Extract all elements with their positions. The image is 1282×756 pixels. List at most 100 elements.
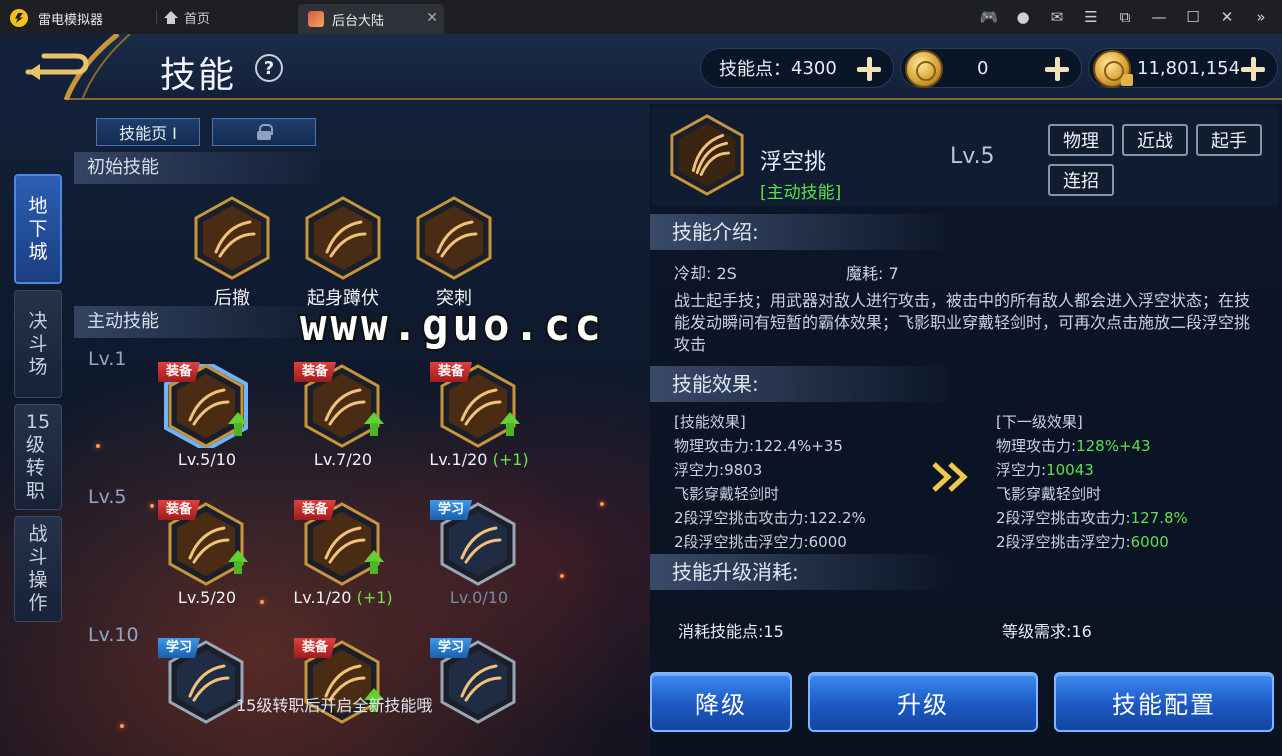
home-icon [164,11,178,24]
bonus-level: (+1) [356,588,393,607]
back-arrow-icon [0,34,131,100]
skill-points-value: 4300 [791,57,837,79]
equip-tag: 装备 [294,500,337,520]
user-icon[interactable]: ● [1012,6,1034,28]
popout-icon[interactable]: ⧉ [1114,6,1136,28]
skill-page-locked-button[interactable] [212,118,316,146]
maximize-icon[interactable]: ☐ [1182,6,1204,28]
bound-gold-coin-icon [1093,50,1133,88]
initial-skills-heading: 初始技能 [74,152,320,184]
skill-level: Lv.5/10 [177,450,237,469]
mail-icon[interactable]: ✉ [1046,6,1068,28]
tag-physical: 物理 [1048,124,1114,156]
emulator-app-name: 雷电模拟器 [38,13,104,28]
home-tab-label: 首页 [184,12,211,27]
home-tab[interactable]: 首页 [164,8,210,27]
game-screen: 技能 ? 技能点： 4300 0 11,801,154 地下城 决斗场 15 级转… [0,34,1282,756]
equip-tag: 装备 [430,362,473,382]
ember-decoration [150,504,154,508]
bound-coin-display: 11,801,154 [1088,48,1278,88]
menu-icon[interactable]: ☰ [1080,6,1102,28]
level-requirement: 等级需求:16 [1002,622,1092,641]
tab-arena[interactable]: 决斗场 [14,290,62,398]
skill-level: Lv.5/20 [177,588,237,607]
active-skill[interactable]: 装备 Lv.1/20 (+1) [429,362,529,469]
equip-tag: 装备 [294,362,337,382]
skill-frame [194,196,270,280]
close-icon[interactable]: ✕ [1216,6,1238,28]
ember-decoration [120,724,124,728]
upgrade-button[interactable]: 升级 [808,672,1038,732]
active-skills-heading: 主动技能 [74,306,320,338]
collapse-icon[interactable]: » [1250,6,1272,28]
tab-combat-controls[interactable]: 战斗操作 [14,516,62,622]
active-skill[interactable]: 装备 Lv.1/20 (+1) [293,500,393,607]
add-skill-points-button[interactable] [857,57,881,81]
skill-frame [416,196,492,280]
downgrade-button[interactable]: 降级 [650,672,792,732]
equip-tag: 装备 [158,362,201,382]
effect-row: 2段浮空挑击攻击力:127.8% [996,509,1188,527]
skill-frame [305,196,381,280]
skill-level: Lv.1/20 (+1) [429,450,529,469]
active-skill[interactable]: 学习 [158,638,250,736]
skill-name: 后撤 [214,288,250,309]
tab-job-change[interactable]: 15 级转职 [14,404,62,510]
tab-dungeon[interactable]: 地下城 [14,174,62,284]
game-app-icon [308,11,324,27]
skill-level: Lv.0/10 [449,588,509,607]
level-label: Lv.5 [88,486,127,508]
watermark: www.guo.cc [298,298,605,353]
effect-row: 2段浮空挑击攻击力:122.2% [674,509,866,527]
add-coin-button[interactable] [1045,57,1069,81]
level-label: Lv.1 [88,348,127,370]
next-level-effects: [下一级效果] 物理攻击力:128%+43 浮空力:10043 飞影穿戴轻剑时 2段浮空… [996,410,1188,554]
active-skill[interactable]: 学习 Lv.0/10 [430,500,522,607]
initial-skill[interactable]: 后撤 [190,196,276,309]
ember-decoration [600,502,604,506]
emulator-logo-icon [10,9,28,27]
effect-title: [下一级效果] [996,413,1083,431]
effect-row: 浮空力:10043 [996,461,1094,479]
tab-close-icon[interactable]: ✕ [426,10,438,26]
gamepad-icon[interactable]: 🎮 [978,6,1000,28]
active-skill[interactable]: 学习 [430,638,522,736]
equip-tag: 装备 [158,500,201,520]
coin-display: 0 [900,48,1082,88]
upgrade-arrow-icon [228,412,248,436]
effect-row: 物理攻击力:122.4%+35 [674,437,843,455]
learn-tag: 学习 [430,500,473,520]
window-tools: 🎮 ● ✉ ☰ ⧉ — ☐ ✕ » [978,6,1272,28]
ember-decoration [560,574,564,578]
bonus-level: (+1) [492,450,529,469]
help-icon[interactable]: ? [255,54,283,82]
mana-cost: 魔耗: 7 [846,264,899,283]
game-tab[interactable]: 后台大陆 ✕ [298,4,444,34]
divider [156,10,157,24]
learn-tag: 学习 [158,638,201,658]
active-skill[interactable]: 装备 Lv.5/20 [158,500,250,607]
upgrade-cost-heading: 技能升级消耗: [650,554,950,590]
game-tab-label: 后台大陆 [332,13,385,29]
initial-skill[interactable]: 起身蹲伏 [301,196,387,309]
effect-row: 飞影穿戴轻剑时 [996,485,1102,503]
effect-row: 2段浮空挑击浮空力:6000 [996,533,1169,551]
add-bound-coin-button[interactable] [1241,57,1265,81]
active-skill[interactable]: 装备 Lv.5/10 [158,362,250,469]
initial-skill[interactable]: 突刺 [412,196,498,309]
back-button[interactable] [0,34,150,100]
active-skill[interactable]: 装备 Lv.7/20 [294,362,386,469]
active-skill[interactable]: 装备 [294,638,386,736]
tag-combo: 连招 [1048,164,1114,196]
skill-level: Lv.5 [950,144,995,169]
upgrade-arrow-icon [228,550,248,574]
lock-icon [257,124,273,140]
tab-combat-controls-label: 战斗操作 [28,523,48,614]
equip-tag: 装备 [294,638,337,658]
upgrade-arrow-icon [500,412,520,436]
minimize-icon[interactable]: — [1148,6,1170,28]
effect-heading: 技能效果: [650,366,950,402]
job-change-hint: 15级转职后开启全新技能哦 [236,696,433,715]
skill-config-button[interactable]: 技能配置 [1054,672,1274,732]
skill-page-1-button[interactable]: 技能页 Ⅰ [96,118,200,146]
